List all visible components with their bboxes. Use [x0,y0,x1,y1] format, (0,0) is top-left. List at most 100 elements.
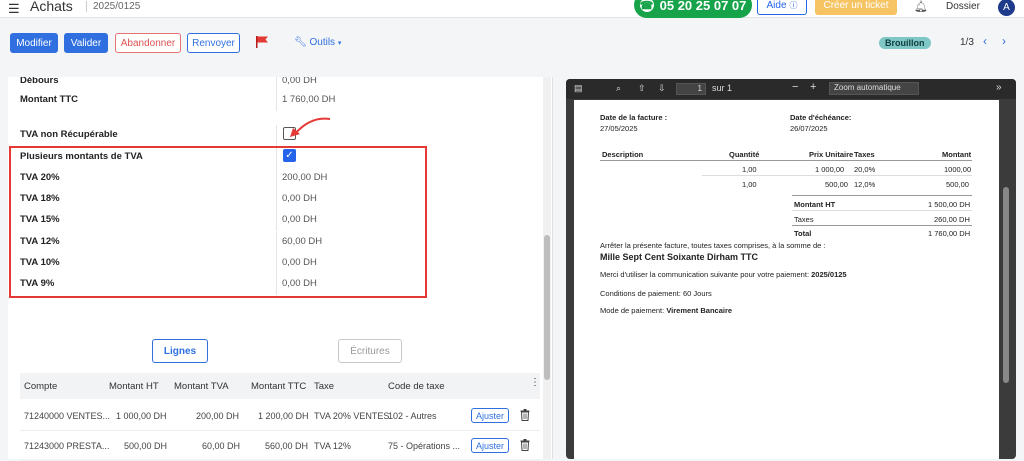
cell-tax-code: 102 - Autres [388,411,437,421]
modify-button[interactable]: Modifier [10,33,58,53]
invoice-date: 27/05/2025 [600,124,638,133]
tools-menu-label: Outils [309,37,336,48]
pdf-page: Date de la facture : 27/05/2025 Date d'é… [574,100,999,459]
pdf-viewer: ▤ ⌕ ⇧ ⇩ 1 sur 1 − + Zoom automatique » D… [566,79,1016,459]
pdf-page-input[interactable]: 1 [676,83,706,95]
pdf-page-total: sur 1 [712,83,733,93]
adjust-button[interactable]: Ajuster [471,438,509,453]
column-header[interactable]: Montant HT [109,381,159,392]
cell-tax-code: 75 - Opérations ... [388,441,461,451]
lines-table-header: Compte Montant HT Montant TVA Montant TT… [20,373,540,399]
item-qty: 1,00 [742,165,757,174]
cell-amount-tva: 60,00 DH [202,441,241,451]
more-vertical-icon[interactable]: ⋮ [530,377,540,388]
support-phone-button[interactable]: ☎ 05 20 25 07 07 [634,0,752,18]
taxes-total: 260,00 DH [934,215,970,224]
invoice-date-label: Date de la facture : [600,113,668,122]
annotation-arrow [290,117,331,137]
item-amount: 500,00 [946,180,969,189]
action-bar: Modifier Valider Abandonner Renvoyer 🔧︎ … [0,19,1024,77]
payment-mode-label: Mode de paiement: [600,306,665,315]
help-button-label: Aide [766,0,787,11]
column-header[interactable]: Compte [24,381,57,392]
bell-icon[interactable]: 🔔︎ [914,0,928,13]
pdf-zoom-select[interactable]: Zoom automatique [829,82,919,95]
debours-value: 0,00 DH [282,77,317,86]
cell-account: 71240000 VENTES... [24,411,111,421]
chevron-right-icon[interactable]: › [1002,34,1006,48]
headset-icon: ☎ [639,0,654,12]
col-description: Description [602,150,644,159]
item-tax: 12,0% [854,180,876,189]
montant-ttc-label: Montant TTC [20,94,79,105]
item-amount: 1000,00 [944,165,972,174]
cell-amount-ttc: 560,00 DH [265,441,309,451]
table-row[interactable]: 71243000 PRESTA... 500,00 DH 60,00 DH 56… [20,431,540,461]
caret-down-icon: ▾ [337,40,342,47]
col-taxes: Taxes [854,150,875,159]
avatar[interactable]: A [998,0,1015,16]
create-ticket-button[interactable]: Créer un ticket [815,0,897,15]
chevron-left-icon[interactable]: ‹ [983,34,987,48]
cell-amount-tva: 200,00 DH [196,411,240,421]
payment-mode: Mode de paiement: Virement Bancaire [600,306,732,315]
col-quantity: Quantité [729,150,760,159]
wrench-icon: 🔧︎ [294,37,307,48]
cell-tax: TVA 12% [314,441,351,451]
column-header[interactable]: Montant TTC [251,381,306,392]
app-title: Achats [30,0,73,14]
sidebar-toggle-icon[interactable]: ▤ [574,83,583,94]
resend-button[interactable]: Renvoyer [187,33,240,53]
status-badge: Brouillon [879,37,931,49]
form-row-tva-non-recuperable: TVA non Récupérable [20,125,540,146]
column-header[interactable]: Taxe [314,381,334,392]
breadcrumb[interactable]: 2025/0125 [86,1,140,12]
tab-lines[interactable]: Lignes [152,339,208,363]
cell-amount-ttc: 1 200,00 DH [258,411,309,421]
cell-account: 71243000 PRESTA... [24,441,110,451]
help-button[interactable]: Aide ⓘ [757,0,807,15]
tva-non-recuperable-label: TVA non Récupérable [20,129,118,140]
tab-entries[interactable]: Écritures [338,339,402,363]
tools-menu[interactable]: 🔧︎ Outils ▾ [294,37,341,48]
trash-icon[interactable] [520,439,530,451]
record-pager: 1/3 [960,37,974,48]
abandon-button[interactable]: Abandonner [115,33,181,53]
stop-text: Arrêter la présente facture, toutes taxe… [600,241,826,250]
cell-amount-ht: 500,00 DH [124,441,168,451]
item-price: 1 000,00 [815,165,845,174]
zoom-in-icon[interactable]: + [810,81,816,93]
form-scrollbar-thumb[interactable] [544,235,550,380]
arrow-up-icon[interactable]: ⇧ [638,83,646,94]
item-price: 500,00 [825,180,848,189]
column-header[interactable]: Code de taxe [388,381,445,392]
debours-label: Débours [20,77,59,86]
taxes-label: Taxes [794,215,814,224]
total-label: Total [794,229,812,238]
table-row[interactable]: 71240000 VENTES... 1 000,00 DH 200,00 DH… [20,401,540,431]
montant-ttc-value: 1 760,00 DH [282,94,336,105]
col-unit-price: Prix Unitaire [809,150,854,159]
cell-amount-ht: 1 000,00 DH [116,411,167,421]
form-row-montant-ttc: Montant TTC 1 760,00 DH [20,90,540,111]
payment-reference-value: 2025/0125 [811,270,847,279]
column-header[interactable]: Montant TVA [174,381,229,392]
pdf-toolbar: ▤ ⌕ ⇧ ⇩ 1 sur 1 − + Zoom automatique » [566,79,1016,99]
payment-terms: Conditions de paiement: 60 Jours [600,289,712,298]
arrow-down-icon[interactable]: ⇩ [658,83,666,94]
grand-total: 1 760,00 DH [928,229,971,238]
adjust-button[interactable]: Ajuster [471,408,509,423]
search-icon[interactable]: ⌕ [616,83,621,94]
more-tools-icon[interactable]: » [996,82,1002,93]
support-phone-number: 05 20 25 07 07 [659,0,747,13]
payment-mode-value: Virement Bancaire [666,306,733,315]
trash-icon[interactable] [520,409,530,421]
due-date: 26/07/2025 [790,124,828,133]
dossier-menu[interactable]: Dossier [946,1,980,12]
pdf-scrollbar-thumb[interactable] [1003,187,1009,383]
flag-icon[interactable] [255,36,269,48]
hamburger-menu-icon[interactable]: ☰ [8,1,20,17]
validate-button[interactable]: Valider [64,33,108,53]
due-date-label: Date d'échéance: [790,113,852,122]
zoom-out-icon[interactable]: − [792,81,798,93]
